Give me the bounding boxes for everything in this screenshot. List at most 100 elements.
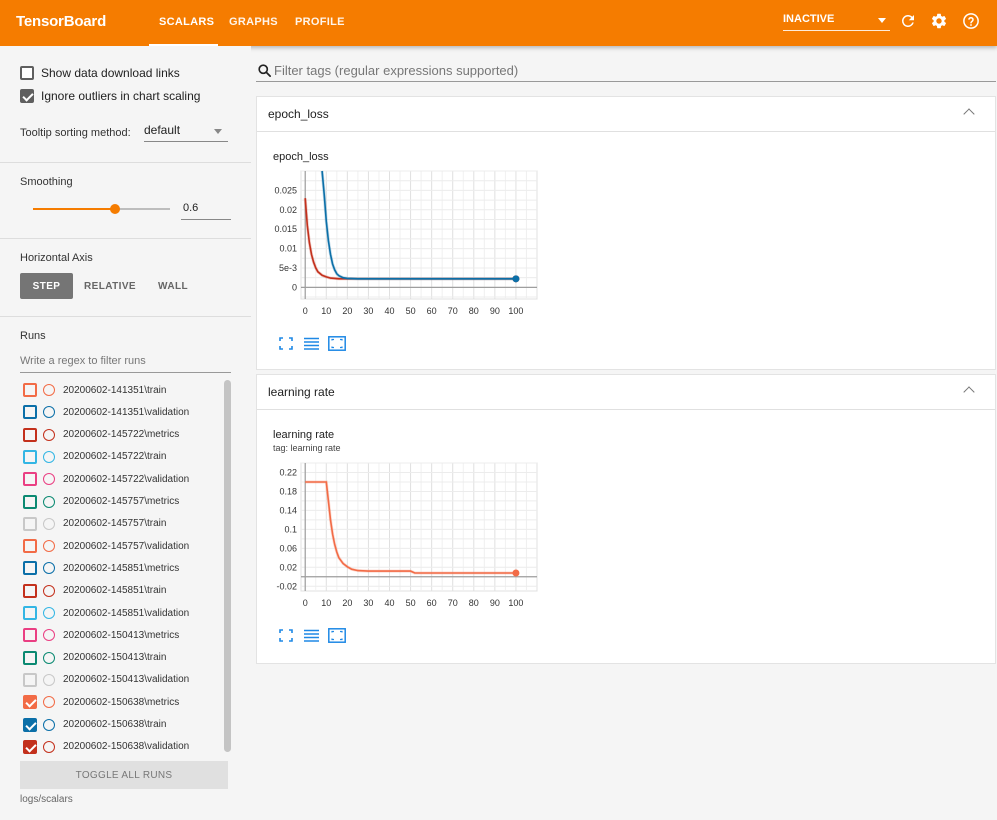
run-item[interactable]: 20200602-145722\metrics [20, 424, 220, 446]
run-checkbox[interactable] [23, 427, 37, 442]
chevron-up-icon[interactable] [963, 108, 975, 120]
run-color-picker[interactable] [43, 740, 55, 753]
run-color-picker[interactable] [43, 540, 55, 553]
smoothing-label: Smoothing [20, 176, 73, 188]
run-color-picker[interactable] [43, 629, 55, 642]
axis-relative-button[interactable]: RELATIVE [80, 273, 140, 299]
run-checkbox[interactable] [23, 739, 37, 754]
run-checkbox[interactable] [23, 695, 37, 710]
run-checkbox[interactable] [23, 405, 37, 420]
category-header[interactable]: epoch_loss [257, 97, 995, 132]
run-checkbox[interactable] [23, 516, 37, 531]
y-tick-label: 0.06 [279, 543, 297, 553]
toggle-log-scale-button[interactable] [304, 629, 319, 642]
x-tick-label: 100 [508, 598, 523, 608]
tooltip-sorting-select[interactable]: default [144, 123, 228, 142]
run-item[interactable]: 20200602-145757\validation [20, 535, 220, 557]
fullscreen-button[interactable] [279, 629, 293, 642]
tab-scalars[interactable]: SCALARS [159, 16, 214, 28]
run-checkbox[interactable] [23, 606, 37, 620]
run-checkbox[interactable] [23, 650, 37, 665]
settings-button[interactable] [930, 12, 948, 30]
toggle-log-scale-button[interactable] [304, 337, 319, 350]
run-color-picker[interactable] [43, 584, 55, 597]
checkbox-checked[interactable] [20, 89, 34, 103]
run-color-picker[interactable] [43, 473, 55, 486]
run-item[interactable]: 20200602-150638\metrics [20, 691, 220, 713]
epoch-loss-chart[interactable]: 0 10 20 30 40 50 60 70 80 90 100 0 5e-3 0.01 0.015 0.02… [257, 167, 557, 342]
runs-scrollbar[interactable] [224, 380, 231, 752]
run-color-picker[interactable] [43, 428, 55, 441]
run-name: 20200602-145757\train [63, 518, 167, 530]
run-checkbox[interactable] [23, 449, 37, 464]
axis-wall-button[interactable]: WALL [150, 273, 196, 299]
axis-step-button[interactable]: STEP [20, 273, 73, 299]
run-color-picker[interactable] [43, 406, 55, 419]
run-item[interactable]: 20200602-145722\train [20, 446, 220, 468]
x-tick-label: 40 [384, 598, 394, 608]
run-color-picker[interactable] [43, 673, 55, 686]
run-item[interactable]: 20200602-150638\validation [20, 736, 220, 758]
run-item[interactable]: 20200602-150413\train [20, 647, 220, 669]
run-checkbox[interactable] [23, 383, 37, 397]
app-brand: TensorBoard [16, 13, 107, 30]
run-checkbox[interactable] [23, 717, 37, 732]
run-item[interactable]: 20200602-150413\metrics [20, 624, 220, 646]
run-item[interactable]: 20200602-145722\validation [20, 468, 220, 490]
smoothing-value-input[interactable]: 0.6 [181, 202, 231, 220]
chevron-up-icon[interactable] [963, 386, 975, 398]
divider [0, 238, 251, 239]
plugin-selector[interactable]: INACTIVE [783, 13, 890, 31]
reload-button[interactable] [899, 12, 917, 30]
run-item[interactable]: 20200602-141351\validation [20, 401, 220, 423]
tab-profile[interactable]: PROFILE [295, 16, 345, 28]
fit-domain-button[interactable] [328, 336, 346, 351]
run-checkbox[interactable] [23, 472, 37, 487]
run-name: 20200602-145851\validation [63, 607, 190, 619]
run-color-picker[interactable] [43, 450, 55, 463]
divider [0, 316, 251, 317]
run-item[interactable]: 20200602-145851\validation [20, 602, 220, 624]
run-checkbox[interactable] [23, 628, 37, 643]
ignore-outliers-checkbox[interactable]: Ignore outliers in chart scaling [20, 89, 200, 103]
run-checkbox[interactable] [23, 539, 37, 554]
run-checkbox[interactable] [23, 672, 37, 687]
toggle-all-runs-button[interactable]: TOGGLE ALL RUNS [20, 761, 228, 789]
checkbox-unchecked[interactable] [20, 66, 34, 80]
run-name: 20200602-145722\validation [63, 473, 190, 485]
run-color-picker[interactable] [43, 384, 55, 396]
run-color-picker[interactable] [43, 718, 55, 731]
show-download-links-checkbox[interactable]: Show data download links [20, 66, 180, 80]
help-button[interactable] [962, 12, 980, 30]
run-item[interactable]: 20200602-145757\train [20, 513, 220, 535]
runs-filter-input[interactable]: Write a regex to filter runs [20, 355, 231, 373]
run-item[interactable]: 20200602-145757\metrics [20, 491, 220, 513]
fit-domain-button[interactable] [328, 628, 346, 643]
y-tick-label: 0.02 [279, 205, 297, 215]
run-checkbox[interactable] [23, 561, 37, 576]
tag-filter-input[interactable]: Filter tags (regular expressions support… [256, 60, 996, 82]
run-checkbox[interactable] [23, 583, 37, 598]
list-icon [304, 337, 319, 350]
run-name: 20200602-145757\metrics [63, 496, 180, 507]
run-item[interactable]: 20200602-145851\metrics [20, 557, 220, 579]
fullscreen-button[interactable] [279, 337, 293, 350]
run-color-picker[interactable] [43, 495, 55, 508]
tab-graphs[interactable]: GRAPHS [229, 16, 278, 28]
run-color-picker[interactable] [43, 517, 55, 530]
run-checkbox[interactable] [23, 494, 37, 509]
run-color-picker[interactable] [43, 562, 55, 575]
run-item[interactable]: 20200602-141351\train [20, 379, 220, 401]
run-item[interactable]: 20200602-145851\train [20, 580, 220, 602]
run-color-picker[interactable] [43, 607, 55, 619]
run-color-picker[interactable] [43, 651, 55, 664]
run-item[interactable]: 20200602-150413\validation [20, 669, 220, 691]
refresh-icon [901, 14, 914, 27]
learning-rate-chart[interactable]: 0 10 20 30 40 50 60 70 80 90 100 -0.02 0.02 0.06 0.1 0.… [257, 455, 557, 625]
y-tick-label: 0.015 [274, 224, 297, 234]
x-tick-label: 10 [321, 306, 331, 316]
run-color-picker[interactable] [43, 696, 55, 709]
smoothing-slider-thumb[interactable] [110, 204, 121, 214]
category-header[interactable]: learning rate [257, 375, 995, 410]
run-item[interactable]: 20200602-150638\train [20, 714, 220, 736]
